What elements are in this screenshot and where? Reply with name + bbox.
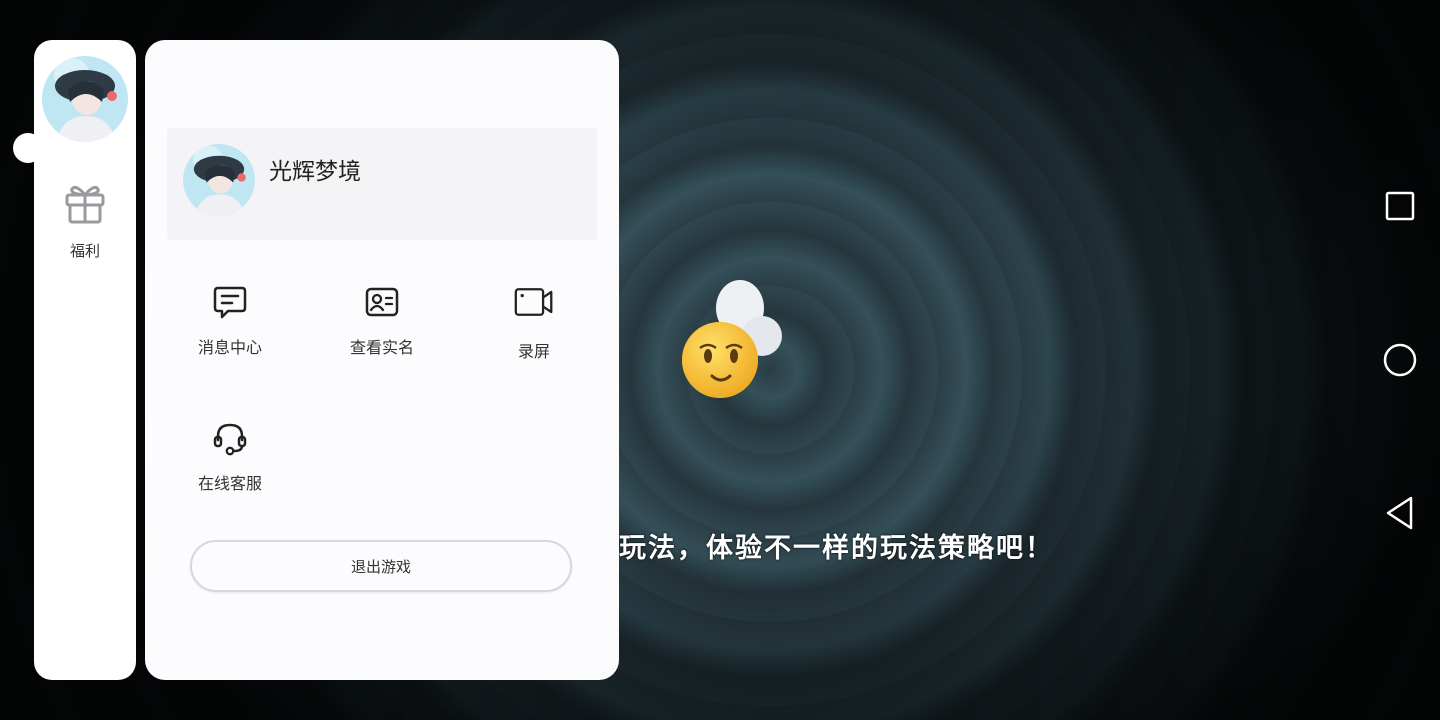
gift-icon [62,180,108,230]
floating-menu-handle[interactable] [13,133,43,163]
headset-icon [210,418,250,458]
circle-home-icon[interactable] [1380,340,1420,380]
profile-card[interactable]: 光辉梦境 [167,128,597,240]
screen-record-button[interactable]: 录屏 [474,282,594,362]
gift-button[interactable]: 福利 [34,180,136,261]
online-service-label: 在线客服 [197,474,262,493]
gift-label: 福利 [69,242,100,260]
game-subtitle: 的玩法，体验不一样的玩法策略吧！ [590,533,1054,564]
video-camera-icon [514,282,554,322]
message-center-button[interactable]: 消息中心 [170,282,290,358]
avatar-icon [183,144,255,216]
system-nav-bar [1360,0,1440,720]
triangle-back-icon[interactable] [1380,493,1420,533]
screen-record-label: 录屏 [517,342,550,361]
menu-panel: 光辉梦境 消息中心 查看实名 录屏 在线客服 退出游戏 [145,40,619,680]
id-card-icon [362,282,402,322]
message-center-label: 消息中心 [197,338,262,357]
square-recents-icon[interactable] [1380,186,1420,226]
profile-name: 光辉梦境 [269,159,361,185]
side-rail: 福利 [34,40,136,680]
avatar-icon[interactable] [42,56,128,142]
exit-game-button[interactable]: 退出游戏 [190,540,572,592]
view-real-name-button[interactable]: 查看实名 [322,282,442,358]
online-service-button[interactable]: 在线客服 [170,418,290,494]
view-real-name-label: 查看实名 [349,338,414,357]
smiley-mascot-icon [678,278,790,402]
message-icon [210,282,250,322]
